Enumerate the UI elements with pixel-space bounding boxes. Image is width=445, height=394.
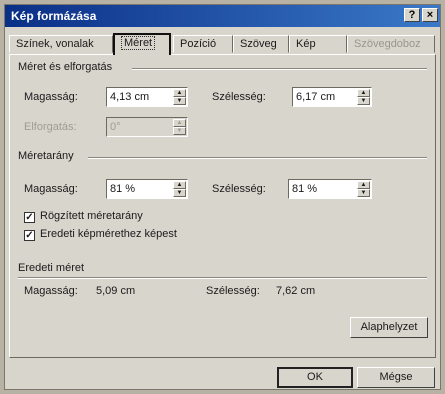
close-button[interactable]: × [422, 8, 438, 22]
spin-up-icon[interactable]: ▲ [357, 89, 370, 97]
rotation-spinner: 0° ▲ ▼ [106, 117, 188, 137]
scale-height-label: Magasság: [24, 183, 78, 195]
tab-size-label: Méret [121, 36, 156, 50]
spin-down-icon[interactable]: ▼ [357, 97, 370, 105]
original-width-value: 7,62 cm [276, 285, 316, 297]
tab-strip: Színek, vonalak Méret Pozíció Szöveg Kép… [5, 33, 440, 55]
cancel-button[interactable]: Mégse [357, 367, 435, 388]
scale-group-title: Méretarány [18, 150, 74, 162]
spin-up-icon[interactable]: ▲ [173, 181, 186, 189]
spin-down-icon: ▼ [173, 127, 186, 135]
scale-height-value: 81 % [110, 183, 136, 195]
original-height-value: 5,09 cm [96, 285, 136, 297]
scale-height-spinner[interactable]: 81 % ▲ ▼ [106, 179, 188, 199]
relative-original-label[interactable]: Eredeti képmérethez képest [40, 228, 177, 240]
width-label: Szélesség: [212, 91, 266, 103]
spin-down-icon[interactable]: ▼ [173, 97, 186, 105]
ok-button[interactable]: OK [277, 367, 353, 388]
rotation-value: 0° [110, 121, 121, 133]
original-size-divider [18, 277, 427, 279]
scale-width-label: Szélesség: [212, 183, 266, 195]
spin-up-icon: ▲ [173, 119, 186, 127]
tab-size[interactable]: Méret [113, 33, 171, 55]
size-tab-panel: Méret és elforgatás Magasság: 4,13 cm ▲ ▼… [9, 54, 436, 358]
height-spinner[interactable]: 4,13 cm ▲ ▼ [106, 87, 188, 107]
width-spinner[interactable]: 6,17 cm ▲ ▼ [292, 87, 372, 107]
help-button[interactable]: ? [404, 8, 420, 22]
lock-aspect-label[interactable]: Rögzített méretarány [40, 210, 143, 222]
spin-up-icon[interactable]: ▲ [173, 89, 186, 97]
title-bar[interactable]: Kép formázása ? × [5, 5, 440, 27]
spin-up-icon[interactable]: ▲ [357, 181, 370, 189]
tab-position[interactable]: Pozíció [173, 35, 233, 53]
rotation-label: Elforgatás: [24, 121, 77, 133]
scale-width-spinner[interactable]: 81 % ▲ ▼ [288, 179, 372, 199]
tab-text[interactable]: Szöveg [233, 35, 289, 53]
height-value: 4,13 cm [110, 91, 150, 103]
relative-original-checkbox[interactable]: ✓ [24, 230, 35, 241]
lock-aspect-checkbox[interactable]: ✓ [24, 212, 35, 223]
spin-down-icon[interactable]: ▼ [173, 189, 186, 197]
spin-down-icon[interactable]: ▼ [357, 189, 370, 197]
tab-textbox: Szövegdoboz [347, 35, 435, 53]
height-label: Magasság: [24, 91, 78, 103]
scale-divider [88, 157, 427, 159]
original-width-label: Szélesség: [206, 285, 260, 297]
size-rotate-divider [132, 68, 427, 70]
width-value: 6,17 cm [296, 91, 336, 103]
dialog-title: Kép formázása [11, 9, 97, 23]
tab-picture[interactable]: Kép [289, 35, 347, 53]
scale-width-value: 81 % [292, 183, 318, 195]
format-picture-dialog: Kép formázása ? × Színek, vonalak Méret … [4, 4, 441, 390]
size-rotate-group-title: Méret és elforgatás [18, 61, 113, 73]
tab-colors-lines[interactable]: Színek, vonalak [9, 35, 113, 53]
original-size-group-title: Eredeti méret [18, 262, 85, 274]
original-height-label: Magasság: [24, 285, 78, 297]
reset-button[interactable]: Alaphelyzet [350, 317, 428, 338]
